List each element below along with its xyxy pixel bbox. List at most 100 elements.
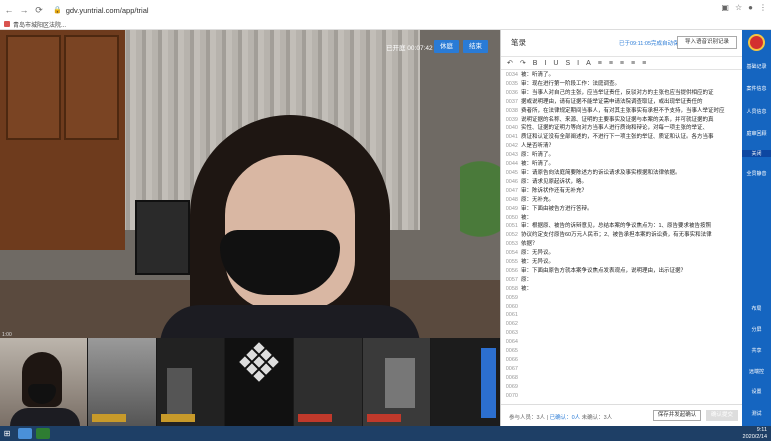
line-text[interactable]: 审：当事人对自己的主张，应当举证责任，反驳对方的主张也应当提供相应的证	[521, 89, 743, 98]
toolbar-button[interactable]: B	[533, 60, 538, 67]
toolbar-button[interactable]: ≡	[609, 60, 613, 67]
line-text[interactable]: 协议约定支付原告60万元人民币；2、被告承担本案的诉讼费，有无事实和法律	[521, 231, 743, 240]
toolbar-button[interactable]: ≡	[642, 60, 646, 67]
toolbar-button[interactable]: U	[553, 60, 558, 67]
pause-button[interactable]: 休庭	[434, 40, 459, 53]
sidebar-item[interactable]: 基础记录	[742, 63, 771, 70]
transcript-line[interactable]: 0061	[501, 311, 743, 320]
toolbar-button[interactable]: ≡	[620, 60, 624, 67]
line-text[interactable]: 原：	[521, 276, 743, 285]
transcript-line[interactable]: 0064	[501, 338, 743, 347]
line-text[interactable]	[521, 365, 743, 374]
sidebar-item[interactable]: 关闭	[742, 150, 771, 157]
transcript-line[interactable]: 0046 原：请求见原起诉状，略。	[501, 178, 743, 187]
transcript-line[interactable]: 0038 费者所，在法律规定期间当事人，有对其主张事实有承担不予支持，当事人举证时…	[501, 107, 743, 116]
transcript-line[interactable]: 0070	[501, 392, 743, 401]
line-text[interactable]: 被：听清了。	[521, 71, 743, 80]
transcript-line[interactable]: 0049 审：下面由被告方进行答辩。	[501, 205, 743, 214]
sidebar-item[interactable]: 设置	[742, 388, 771, 395]
forward-icon[interactable]: →	[18, 4, 30, 16]
transcript-line[interactable]: 0052 协议约定支付原告60万元人民币；2、被告承担本案的诉讼费，有无事实和法律	[501, 231, 743, 240]
toolbar-button[interactable]: I	[577, 60, 579, 67]
transcript-line[interactable]: 0056 审：下面由原告方就本案争议焦点发表观点，说明理由，出示证据？	[501, 267, 743, 276]
line-text[interactable]	[521, 356, 743, 365]
line-text[interactable]	[521, 374, 743, 383]
participant-thumb[interactable]	[156, 338, 225, 426]
url-text[interactable]: gdv.yuntrial.com/app/trial	[66, 6, 149, 15]
transcript-line[interactable]: 0042 人是否听清？	[501, 142, 743, 151]
line-text[interactable]: 审：下面由原告方就本案争议焦点发表观点，说明理由，出示证据？	[521, 267, 743, 276]
transcript-line[interactable]: 0067	[501, 365, 743, 374]
line-text[interactable]	[521, 303, 743, 312]
transcript-line[interactable]: 0034 被：听清了。	[501, 71, 743, 80]
transcript-line[interactable]: 0059	[501, 294, 743, 303]
back-icon[interactable]: ←	[3, 4, 15, 16]
line-text[interactable]: 据或说明理由，请有证据不能举证需申请法院调查取证，或出现举证责任的	[521, 98, 743, 107]
transcript-line[interactable]: 0065	[501, 347, 743, 356]
transcript-line[interactable]: 0069	[501, 383, 743, 392]
toolbar-button[interactable]: A	[586, 60, 591, 67]
line-text[interactable]	[521, 347, 743, 356]
bookmark-item[interactable]: 青岛市城阳区法院...	[4, 19, 66, 29]
sidebar-item[interactable]: 共享	[742, 347, 771, 354]
line-text[interactable]: 审：请原告向法庭简要陈述方的诉讼请求及事实根据和法律依据。	[521, 169, 743, 178]
camera-icon[interactable]: ▣	[721, 3, 729, 12]
line-text[interactable]	[521, 320, 743, 329]
menu-icon[interactable]: ⋮	[759, 3, 767, 12]
confirm-submit-button[interactable]: 确认提交	[706, 410, 738, 421]
line-text[interactable]: 原：无补充。	[521, 196, 743, 205]
toolbar-button[interactable]: ↷	[520, 59, 526, 67]
toolbar-button[interactable]: ↶	[507, 59, 513, 67]
sidebar-item[interactable]: 远端控	[742, 368, 771, 375]
import-speech-button[interactable]: 导入语音识别记录	[677, 36, 737, 49]
transcript-line[interactable]: 0035 审：现在进行第一阶段工作：法庭调查。	[501, 80, 743, 89]
transcript-line[interactable]: 0058 被：	[501, 285, 743, 294]
reload-icon[interactable]: ⟳	[33, 4, 45, 16]
transcript-line[interactable]: 0068	[501, 374, 743, 383]
transcript-line[interactable]: 0066	[501, 356, 743, 365]
toolbar-button[interactable]: ≡	[631, 60, 635, 67]
line-text[interactable]: 说明证据的名称、来源、证明的主要事实及证据与本案的关系，并可就证据的真	[521, 116, 743, 125]
transcript-line[interactable]: 0047 审：陈诉状作还有无补充？	[501, 187, 743, 196]
transcript-line[interactable]: 0053 依据？	[501, 240, 743, 249]
toolbar-button[interactable]: I	[544, 60, 546, 67]
participant-thumb[interactable]	[0, 338, 87, 426]
sidebar-item[interactable]: 人员信息	[742, 108, 771, 115]
participant-thumb[interactable]	[88, 338, 156, 426]
line-text[interactable]: 审：现在进行第一阶段工作：法庭调查。	[521, 80, 743, 89]
line-text[interactable]: 原：无异议。	[521, 249, 743, 258]
save-and-confirm-button[interactable]: 保存并发起确认	[653, 410, 701, 421]
system-clock[interactable]: 9:11 2020/2/14	[743, 427, 767, 440]
participant-thumb[interactable]	[294, 338, 362, 426]
transcript-line[interactable]: 0050 被：	[501, 214, 743, 223]
transcript-line[interactable]: 0062	[501, 320, 743, 329]
line-text[interactable]: 人是否听清？	[521, 142, 743, 151]
transcript-line[interactable]: 0060	[501, 303, 743, 312]
transcript-lines[interactable]: 0034 被：听清了。 0035 审：现在进行第一阶段工作：法庭调查。 0036 审：当事…	[501, 71, 743, 404]
participant-thumb[interactable]	[225, 338, 294, 426]
transcript-line[interactable]: 0036 审：当事人对自己的主张，应当举证责任，反驳对方的主张也应当提供相应的证	[501, 89, 743, 98]
line-text[interactable]: 被：	[521, 285, 743, 294]
transcript-line[interactable]: 0057 原：	[501, 276, 743, 285]
sidebar-item[interactable]: 布局	[742, 305, 771, 312]
line-text[interactable]: 被：听清了。	[521, 160, 743, 169]
line-text[interactable]	[521, 294, 743, 303]
transcript-line[interactable]: 0063	[501, 329, 743, 338]
line-text[interactable]	[521, 329, 743, 338]
line-text[interactable]	[521, 311, 743, 320]
line-text[interactable]: 原：听清了。	[521, 151, 743, 160]
line-text[interactable]: 被：无异议。	[521, 258, 743, 267]
line-text[interactable]: 实性、证据的证明力等向对方当事人进行质询和辩论，对每一项主张的举证、	[521, 124, 743, 133]
transcript-line[interactable]: 0045 审：请原告向法庭简要陈述方的诉讼请求及事实根据和法律依据。	[501, 169, 743, 178]
line-text[interactable]: 被：	[521, 214, 743, 223]
line-text[interactable]: 审：根据原、被告的诉辩意见，总结本案的争议焦点为：1、原告要求被告按照	[521, 222, 743, 231]
sidebar-item[interactable]: 测试	[742, 410, 771, 417]
avatar[interactable]: ●	[748, 3, 753, 12]
star-icon[interactable]: ☆	[735, 3, 742, 12]
transcript-line[interactable]: 0055 被：无异议。	[501, 258, 743, 267]
line-text[interactable]: 审：陈诉状作还有无补充？	[521, 187, 743, 196]
transcript-line[interactable]: 0040 实性、证据的证明力等向对方当事人进行质询和辩论，对每一项主张的举证、	[501, 124, 743, 133]
sidebar-item[interactable]: 分屏	[742, 326, 771, 333]
sidebar-item[interactable]: 案件信息	[742, 85, 771, 92]
participant-thumb[interactable]	[362, 338, 431, 426]
